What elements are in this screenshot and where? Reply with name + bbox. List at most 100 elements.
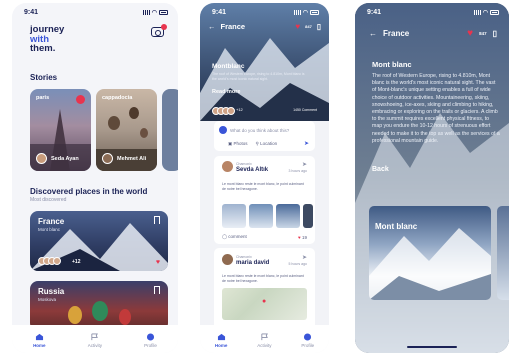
detail-text: The roof of Western Europe, rising to 4.… (372, 73, 500, 144)
status-bar: 9:41 ◠ (367, 7, 499, 17)
tab-activity[interactable]: Activity (87, 332, 102, 348)
flag-icon (261, 332, 268, 340)
post-location: Chamonix (236, 255, 252, 259)
story-card[interactable]: paris Seda Ayan (30, 89, 91, 171)
post-photo[interactable] (222, 204, 246, 228)
photo-label: Photos (233, 141, 248, 146)
post-photo[interactable] (249, 204, 273, 228)
battery-icon (310, 9, 319, 15)
hero-image (200, 3, 329, 121)
tab-activity[interactable]: Activity (257, 332, 272, 348)
post-author[interactable]: maria david (236, 260, 269, 266)
heart-icon: ♥ (298, 234, 301, 240)
post-author[interactable]: Sevda Altık (236, 167, 268, 173)
post-photo[interactable] (276, 204, 300, 228)
battery-icon (490, 9, 499, 15)
status-time: 9:41 (212, 8, 227, 16)
story-card-partial[interactable] (162, 89, 178, 171)
tab-home[interactable]: Home (33, 333, 46, 348)
status-icons: ◠ (473, 9, 499, 16)
post-photo[interactable] (303, 204, 313, 228)
share-icon[interactable]: ➤ (302, 161, 307, 168)
back-arrow-icon[interactable]: ← (208, 22, 216, 31)
hero-text: The roof of Western Europe, rising to 4.… (212, 72, 305, 81)
heart-icon[interactable]: ♥ (467, 28, 473, 39)
logo-line-3: them. (30, 43, 56, 54)
status-time: 9:41 (24, 8, 39, 16)
post-text: Le mont blanc reste le mont blanc, le po… (222, 274, 304, 283)
post-footer: ◯ comment ♥ 19 (222, 234, 307, 240)
post-text: Le mont blanc reste le mont blanc, le po… (222, 182, 304, 191)
like-count: 847 (479, 31, 487, 36)
post-location: Chamonix (236, 162, 252, 166)
home-icon (35, 333, 43, 340)
photo-button[interactable]: ▣ Photos (228, 141, 248, 147)
story-user-name: Mehmet Ali (117, 155, 147, 162)
tab-label: Activity (257, 342, 272, 348)
like-button[interactable]: ♥ 19 (298, 235, 307, 240)
signal-icon (473, 9, 481, 15)
story-label: paris (36, 95, 50, 101)
post-time: 3 hours ago (288, 169, 308, 173)
tab-profile[interactable]: Profile (301, 332, 315, 348)
back-link[interactable]: Back (372, 166, 389, 173)
gallery-title: Mont blanc (375, 222, 418, 231)
avatar-group: +12 (212, 107, 243, 115)
avatar-group (38, 257, 61, 265)
place-subtitle: Moskova (38, 297, 57, 302)
bookmark-icon[interactable] (154, 216, 160, 224)
avatar (102, 153, 113, 164)
signal-icon (293, 9, 301, 15)
detail-heading: Mont blanc (372, 60, 412, 69)
compose-input[interactable]: What do you think about this? (230, 128, 289, 133)
tab-label: Home (33, 342, 46, 348)
post-card: Chamonix maria david ➤ 5 hours ago Le mo… (214, 248, 315, 336)
app-logo: journey with them. (30, 25, 64, 54)
tab-label: Profile (301, 342, 315, 348)
tab-home[interactable]: Home (215, 333, 227, 348)
flag-icon (91, 332, 99, 340)
hero-heading: Montblanc (212, 63, 245, 70)
bookmark-icon[interactable]: ▯ (493, 29, 497, 38)
place-card[interactable]: France Mont blanc +12 ♥ (30, 211, 168, 271)
home-indicator (407, 346, 457, 348)
back-arrow-icon[interactable]: ← (369, 29, 377, 38)
discover-subtitle: Most discovered (30, 197, 67, 203)
bookmark-icon[interactable]: ▯ (317, 22, 321, 31)
avatar (219, 126, 227, 134)
detail-screen: 9:41 ◠ ← France ♥ 847 ▯ Mont blanc The r… (355, 3, 509, 353)
story-user-name: Seda Ayan (51, 155, 79, 162)
location-button[interactable]: ⚲ Location (256, 141, 278, 147)
heart-icon[interactable]: ♥ (156, 259, 160, 266)
profile-icon (146, 332, 155, 341)
profile-icon (304, 332, 312, 341)
map-preview[interactable]: ● (222, 288, 307, 320)
comment-button[interactable]: ◯ comment (222, 234, 247, 240)
tab-bar: Home Activity Profile (12, 325, 178, 353)
status-icons: ◠ (142, 9, 168, 16)
status-icons: ◠ (293, 9, 319, 16)
story-user: Mehmet Ali (102, 153, 146, 164)
wifi-icon: ◠ (302, 9, 308, 16)
live-badge (76, 95, 85, 104)
tab-profile[interactable]: Profile (144, 332, 157, 348)
share-icon[interactable]: ➤ (302, 254, 307, 261)
gallery-photo-partial[interactable] (497, 206, 509, 300)
battery-icon (159, 9, 168, 15)
avatar (222, 161, 233, 172)
gallery-photo[interactable]: Mont blanc (369, 206, 491, 300)
stories-title: Stories (30, 73, 58, 82)
bookmark-icon[interactable] (154, 286, 160, 294)
camera-icon[interactable] (151, 24, 167, 37)
heart-icon[interactable]: ♥ (295, 22, 300, 31)
send-icon[interactable]: ➤ (304, 140, 309, 147)
home-screen: 9:41 ◠ journey with them. Stories paris … (12, 3, 178, 353)
read-more-link[interactable]: Read more (212, 89, 240, 95)
compose-box: What do you think about this? ▣ Photos ⚲… (214, 121, 315, 151)
place-card[interactable]: Russia Moskova (30, 281, 168, 331)
tab-label: Activity (87, 342, 102, 348)
story-card[interactable]: cappadocia Mehmet Ali (96, 89, 157, 171)
wifi-icon: ◠ (151, 9, 157, 16)
gallery-image (369, 228, 491, 300)
status-bar: 9:41 ◠ (212, 7, 319, 17)
